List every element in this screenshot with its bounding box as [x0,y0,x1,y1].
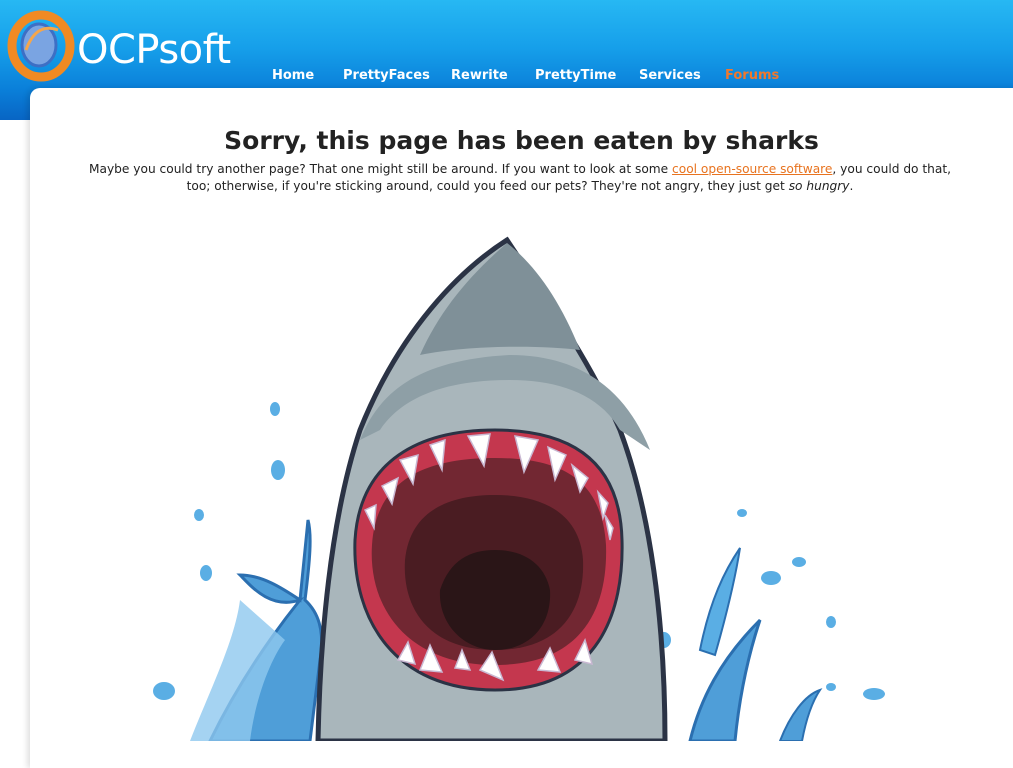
nav-prettytime[interactable]: PrettyTime [535,68,616,83]
intro-emphasis: so hungry [788,179,850,193]
page-intro: Maybe you could try another page? That o… [80,161,960,195]
shark [315,236,668,741]
open-source-link[interactable]: cool open-source software [672,162,832,176]
water-splash-left [153,402,324,741]
nav-home[interactable]: Home [272,68,314,83]
intro-text: Maybe you could try another page? That o… [88,162,673,176]
nav-rewrite[interactable]: Rewrite [451,68,508,83]
page-title: Sorry, this page has been eaten by shark… [224,126,819,155]
nav-services[interactable]: Services [639,68,701,83]
nav-prettyfaces[interactable]: PrettyFaces [343,68,430,83]
brand-name[interactable]: OCPsoft [77,30,231,70]
nav-forums[interactable]: Forums [725,68,779,83]
intro-end: . [849,179,854,193]
ocpsoft-logo-icon[interactable] [6,10,76,82]
water-splash-right [657,509,885,741]
shark-illustration [153,236,885,741]
